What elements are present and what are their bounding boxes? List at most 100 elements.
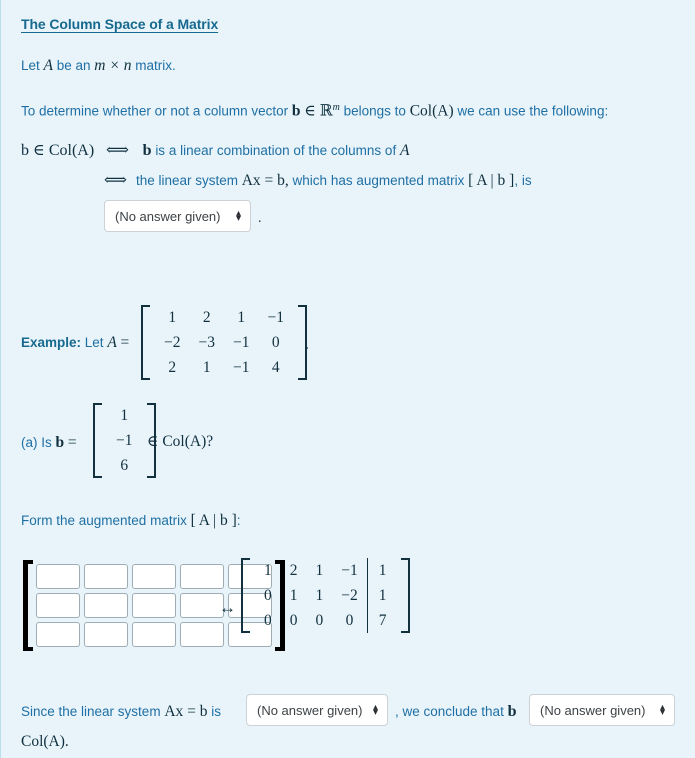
rref-right-bracket	[400, 558, 410, 633]
conclusion-line-1: Since the linear system Ax = b is	[21, 703, 221, 720]
chevron-updown-icon: ▴ ▾	[659, 703, 665, 718]
intro-line1-A: A	[43, 57, 53, 74]
rref-cell: 0	[289, 612, 298, 629]
matrix-A-cell: 1	[237, 309, 246, 326]
criterion-row2-mid: which has augmented matrix	[288, 173, 469, 188]
matrix-A-cell: 1	[202, 359, 211, 376]
part-a-b-symbol: b	[55, 434, 65, 451]
matrix-A-cell: −1	[233, 359, 250, 376]
intro-line1-mid: be an	[53, 58, 95, 73]
intro-line1-post: matrix.	[131, 58, 176, 73]
matrix-A-cell: 0	[271, 334, 280, 351]
grid-cell-r1c3[interactable]	[132, 564, 176, 589]
matrix-A: 1 2 1 −1 −2 −3 −1 0 2 1 −1 4	[141, 305, 307, 380]
rref-row: 0 1 1 −2 1	[255, 583, 396, 608]
part-a-question: ∈ Col(A)?	[147, 433, 214, 450]
rref-cell: 0	[264, 612, 272, 629]
matrix-A-trailing-period: .	[305, 336, 309, 353]
grid-cell-r3c1[interactable]	[36, 622, 80, 647]
vector-b-row: −1	[107, 428, 142, 453]
rref-cell-augmented: 1	[366, 558, 396, 583]
criterion-b-in-col: b ∈ Col(A)	[21, 142, 95, 159]
vector-b-row: 1	[107, 403, 142, 428]
grid-cell-r1c1[interactable]	[36, 564, 80, 589]
conclusion-mid-text: , we conclude that b	[395, 703, 516, 720]
criterion-row1-A: A	[399, 142, 410, 159]
rref-cell: 1	[315, 562, 324, 579]
rref-left-bracket	[241, 558, 250, 633]
example-label-line: Example: Let A =	[21, 334, 129, 351]
conclusion-tail: Col(A).	[21, 733, 69, 750]
criterion-row2-pre: the linear system	[135, 173, 242, 188]
grid-cell-r1c4[interactable]	[180, 564, 224, 589]
form-aug-pre: Form the augmented matrix	[21, 513, 191, 528]
intro-line1-pre: Let	[21, 58, 44, 73]
matrix-A-row: 2 1 −1 4	[155, 355, 293, 380]
iff-icon-1: ⟺	[105, 142, 129, 159]
example-equals: =	[120, 334, 130, 351]
form-augmented-instruction: Form the augmented matrix [ A | b ]:	[21, 512, 241, 529]
grid-cells	[33, 560, 275, 651]
grid-cell-r3c3[interactable]	[132, 622, 176, 647]
rref-cell-augmented: 7	[366, 608, 396, 633]
intro-line-2: To determine whether or not a column vec…	[21, 99, 608, 120]
matrix-A-table: 1 2 1 −1 −2 −3 −1 0 2 1 −1 4	[155, 305, 293, 380]
criterion-row-2: ⟺ the linear system Ax = b, which has aug…	[104, 172, 532, 189]
matrix-A-left-bracket	[141, 305, 150, 380]
rref-cell: 0	[264, 587, 272, 604]
example-label: Example:	[21, 335, 82, 350]
matrix-A-cell: −1	[267, 309, 285, 326]
vector-b-cell: −1	[116, 432, 133, 449]
worksheet-page: The Column Space of a Matrix Let A be an…	[0, 0, 695, 758]
intro-line2-col: Col(A)	[409, 102, 454, 120]
matrix-A-cell: −3	[198, 334, 216, 351]
rref-cell: 1	[289, 587, 298, 604]
rref-cell: 1	[264, 562, 272, 579]
intro-line2-in: ∈	[300, 102, 320, 120]
vector-b-table: 1 −1 6	[107, 403, 142, 478]
grid-cell-r2c1[interactable]	[36, 593, 80, 618]
grid-left-bracket	[23, 560, 33, 651]
rref-cell: 2	[289, 562, 298, 579]
intro-line2-pre: To determine whether or not a column vec…	[21, 103, 292, 119]
page-title: The Column Space of a Matrix	[21, 16, 219, 32]
vector-b-cell: 6	[120, 457, 129, 474]
part-a-pre: (a) Is	[21, 435, 56, 450]
grid-cell-r1c2[interactable]	[84, 564, 128, 589]
conclusion-system-value: (No answer given)	[257, 702, 363, 718]
chevron-down-icon: ▾	[659, 707, 665, 718]
rref-row: 1 2 1 −1 1	[255, 558, 396, 583]
conclusion-membership-select[interactable]: (No answer given) ▴ ▾	[529, 694, 675, 726]
intro-line2-exponent: m	[332, 102, 340, 113]
conclusion-system-select[interactable]: (No answer given) ▴ ▾	[246, 694, 388, 726]
criterion-period: .	[258, 211, 262, 226]
rref-cell: 0	[315, 612, 324, 629]
rref-row: 0 0 0 0 7	[255, 608, 396, 633]
criterion-row2-post: , is	[514, 173, 532, 188]
rref-cell: −1	[341, 562, 358, 579]
criterion-row2-equation: Ax = b,	[241, 172, 289, 189]
grid-cell-r2c2[interactable]	[84, 593, 128, 618]
criterion-row-1: b ∈ Col(A) ⟺ b is a linear combination o…	[21, 142, 409, 159]
iff-icon-2: ⟺	[104, 172, 127, 189]
intro-line2-mid: belongs to	[339, 103, 410, 119]
row-equivalence-arrow-icon: ↔	[219, 598, 236, 617]
criterion-answer-value: (No answer given)	[115, 208, 221, 224]
grid-cell-r3c4[interactable]	[180, 622, 224, 647]
grid-cell-r3c2[interactable]	[84, 622, 128, 647]
grid-cell-r2c4[interactable]	[180, 593, 224, 618]
matrix-A-row: −2 −3 −1 0	[155, 330, 293, 355]
chevron-down-icon: ▾	[235, 213, 241, 224]
part-a-lead: (a) Is b =	[21, 434, 77, 451]
grid-cell-r2c3[interactable]	[132, 593, 176, 618]
intro-line2-b: b	[291, 102, 301, 120]
form-aug-post: :	[236, 513, 241, 528]
form-aug-symbol: [ A | b ]	[190, 512, 237, 529]
criterion-answer-select[interactable]: (No answer given) ▴ ▾	[104, 200, 251, 232]
grid-row	[36, 593, 272, 618]
matrix-A-cell: −1	[233, 334, 250, 351]
intro-line2-post: we can use the following:	[453, 103, 609, 119]
conclusion-equation: Ax = b	[164, 703, 208, 720]
chevron-down-icon: ▾	[372, 707, 378, 718]
matrix-A-cell: 2	[168, 359, 177, 376]
